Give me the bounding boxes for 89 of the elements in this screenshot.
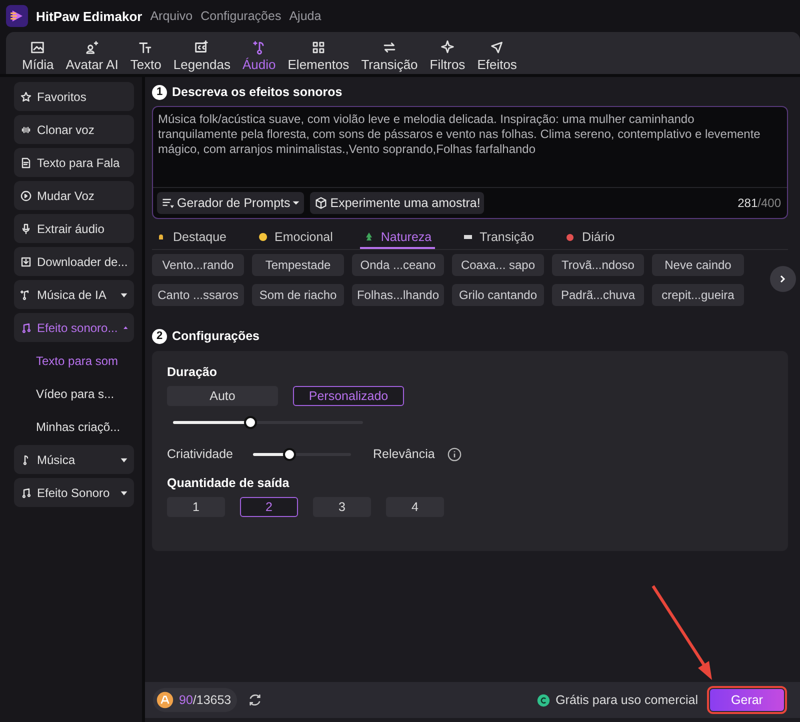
prompt-generator-button[interactable]: Gerador de Prompts [157,192,304,214]
sidebar-item[interactable]: Efeito Sonoro [14,478,134,507]
category-tab[interactable]: Natureza [360,227,435,249]
coin-icon [156,691,174,709]
section-title: Descreva os efeitos sonoros [172,85,342,99]
toolbar-tab[interactable]: Texto [124,39,168,74]
sidebar-icon [20,322,32,334]
sidebar-item[interactable]: Música [14,445,134,474]
tab-icon [29,39,46,56]
quantity-option[interactable]: 1 [167,497,225,517]
character-count: 281 [738,196,758,210]
toolbar-tab[interactable]: Avatar AI [60,39,124,74]
chevron-right-icon [778,274,788,284]
sidebar-item[interactable]: Favoritos [14,82,134,111]
sound-chip[interactable]: Trovã...ndoso [552,254,644,276]
cube-icon [314,196,328,210]
next-button[interactable] [770,266,796,292]
menu-item[interactable]: Arquivo [150,9,193,23]
sound-chip[interactable]: Grilo cantando [452,284,544,306]
sound-chip[interactable]: Padrã...chuva [552,284,644,306]
toolbar-tab[interactable]: Transição [355,39,424,74]
toolbar-tab[interactable]: Mídia [16,39,60,74]
sound-chip[interactable]: Vento...rando [152,254,244,276]
toolbar-tab[interactable]: Legendas [167,39,237,74]
sidebar-item[interactable]: Mudar Voz [14,181,134,210]
category-tab[interactable]: Destaque [152,227,230,249]
setting-label: Quantidade de saída [167,476,290,490]
setting-label: Duração [167,365,218,379]
step-number: 1 [152,84,167,100]
generate-button[interactable]: Gerar [710,689,784,711]
character-limit: /400 [758,196,781,210]
sidebar-subitem[interactable]: Minhas criaçõ... [14,412,134,441]
menu-item[interactable]: Ajuda [289,9,322,23]
toolbar-tab[interactable]: Elementos [282,39,356,74]
sound-chip[interactable]: Folhas...lhando [352,284,444,306]
step-number: 2 [152,328,167,344]
category-tab[interactable]: Transição [458,227,538,249]
refresh-icon[interactable] [247,692,264,708]
sidebar-subitem[interactable]: Vídeo para s... [14,379,134,408]
sound-chip[interactable]: Canto ...ssaros [152,284,244,306]
sound-chip[interactable]: Tempestade [252,254,344,276]
sidebar-item[interactable]: Downloader de... [14,247,134,276]
category-icon [564,231,576,243]
description-field[interactable]: Música folk/acústica suave, com violão leve e melodia delicada. Inspiração: uma mulher caminhando tranquilamente pela floresta, com sons de pássaros e vento nas folhas. Clima sereno, contemplativo e levemente mágico, com arranjos minimalistas.,Vento soprando,Folhas farfalhando Gerador de Prompts Experimente uma amostra! 281/400 [152,106,788,219]
sidebar-icon [20,256,32,268]
quantity-option[interactable]: 2 [240,497,298,517]
caret-icon [292,199,300,207]
sidebar-icon [20,190,32,202]
sidebar-item[interactable]: Clonar voz [14,115,134,144]
app-title: HitPaw Edimakor [36,8,142,24]
quantity-option[interactable]: 4 [386,497,444,517]
sidebar-item[interactable]: Música de IA [14,280,134,309]
list-icon [161,196,175,210]
menu-item[interactable]: Configurações [200,9,282,23]
duration-option[interactable]: Personalizado [293,386,404,406]
category-icon [256,231,269,243]
sidebar-item[interactable]: Texto para Fala [14,148,134,177]
sidebar-item[interactable]: Extrair áudio [14,214,134,243]
quantity-option[interactable]: 3 [313,497,371,517]
sidebar-icon [20,90,32,102]
sound-chip[interactable]: Coaxa... sapo [452,254,544,276]
sidebar-item[interactable]: Efeito sonoro... [14,313,134,342]
toolbar-tab[interactable]: Filtros [424,39,472,74]
category-tab[interactable]: Emocional [254,227,336,249]
license-text: Grátis para uso comercial [556,693,698,707]
category-tab[interactable]: Diário [561,227,618,249]
sound-chip[interactable]: crepit...gueira [652,284,744,306]
credits-badge: 90/13653 [153,688,238,712]
slider-label: Criatividade [167,447,234,461]
sound-chip[interactable]: Onda ...ceano [352,254,444,276]
toolbar-tab[interactable]: Áudio [236,39,282,74]
sound-chip[interactable]: Neve caindo [652,254,744,276]
sound-chip[interactable]: Som de riacho [252,284,344,306]
license-icon [536,694,550,706]
tab-icon [438,39,456,56]
sidebar-subitem[interactable]: Texto para som [14,346,134,375]
section-title: Configurações [172,329,260,343]
slider-thumb[interactable] [244,416,257,429]
info-icon[interactable] [446,446,462,462]
sidebar-icon [20,222,32,234]
sample-button[interactable]: Experimente uma amostra! [310,192,484,214]
sidebar-icon [20,156,32,168]
tab-icon [84,39,101,56]
slider-label: Relevância [373,447,435,461]
duration-option[interactable]: Auto [167,386,278,406]
app-logo-icon [6,5,28,27]
toolbar-tab[interactable]: Efeitos [471,39,523,74]
slider-thumb[interactable] [283,448,296,460]
sidebar-icon [20,486,32,498]
